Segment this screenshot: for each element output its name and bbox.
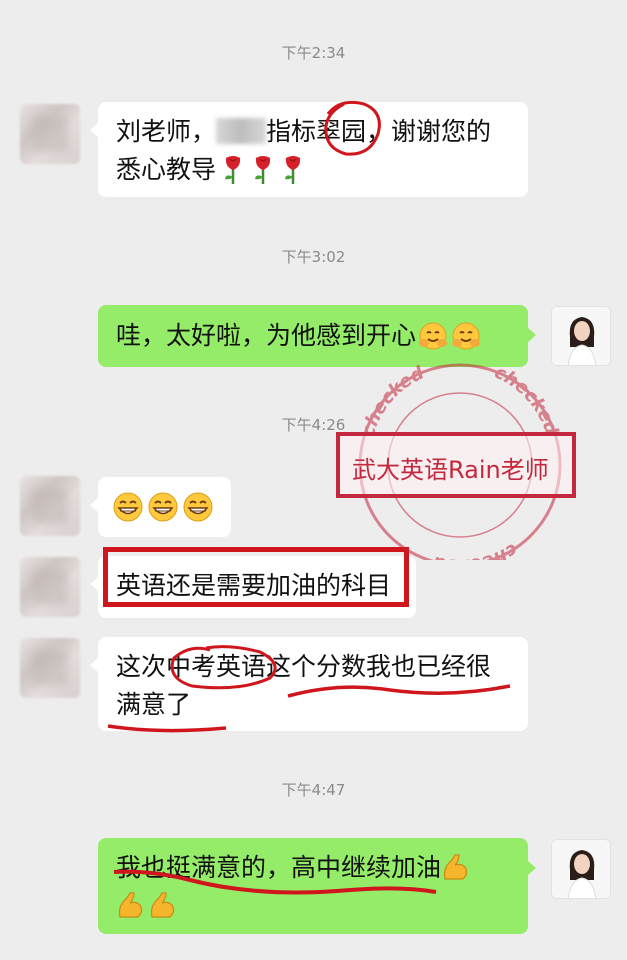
rose-icon <box>222 155 304 185</box>
message-text: 我也挺满意的，高中继续加油 <box>116 853 442 882</box>
flexed-biceps-icon <box>443 854 468 880</box>
message-text: 满意了 <box>116 690 192 719</box>
watermark-label: 武大英语Rain老师 <box>352 456 549 484</box>
watermark-stamp: checked checked checked 武大英语Rain老师 <box>330 360 590 560</box>
avatar[interactable] <box>20 638 80 698</box>
message-text: 英语还是需要加油的科目 <box>116 571 392 600</box>
message-text: 这次中考英语这个分数我也已经很 <box>116 652 492 681</box>
watermark-label-box: 武大英语Rain老师 <box>336 432 576 498</box>
flexed-biceps-icon <box>116 887 510 925</box>
teacher-avatar-icon <box>552 307 610 365</box>
avatar[interactable] <box>551 306 611 366</box>
grin-face-icon <box>112 488 217 526</box>
avatar[interactable] <box>20 104 80 164</box>
avatar[interactable] <box>551 839 611 899</box>
message-bubble[interactable]: 哇，太好啦，为他感到开心 <box>98 305 536 367</box>
message-bubble[interactable]: 英语还是需要加油的科目 <box>90 556 416 618</box>
message-bubble[interactable]: 这次中考英语这个分数我也已经很 满意了 <box>90 637 528 731</box>
hugging-face-icon <box>418 321 481 351</box>
teacher-avatar-icon <box>552 840 610 898</box>
message-text: 刘老师， <box>116 117 217 146</box>
timestamp: 下午2:34 <box>281 44 346 62</box>
watermark-ring-text: checked <box>429 539 521 560</box>
timestamp: 下午3:02 <box>281 248 346 266</box>
svg-text:checked: checked <box>429 539 521 560</box>
message-text: 指标翠园，谢谢您的 <box>266 117 492 146</box>
redacted-name <box>216 118 267 144</box>
avatar[interactable] <box>20 476 80 536</box>
timestamp: 下午4:26 <box>281 416 346 434</box>
timestamp: 下午4:47 <box>281 781 346 799</box>
message-bubble[interactable]: 我也挺满意的，高中继续加油 <box>98 838 536 934</box>
message-bubble[interactable] <box>90 477 231 537</box>
avatar[interactable] <box>20 557 80 617</box>
message-text: 哇，太好啦，为他感到开心 <box>116 321 417 350</box>
message-text: 悉心教导 <box>116 155 217 184</box>
message-bubble[interactable]: 刘老师， 指标翠园，谢谢您的 悉心教导 <box>90 102 528 197</box>
